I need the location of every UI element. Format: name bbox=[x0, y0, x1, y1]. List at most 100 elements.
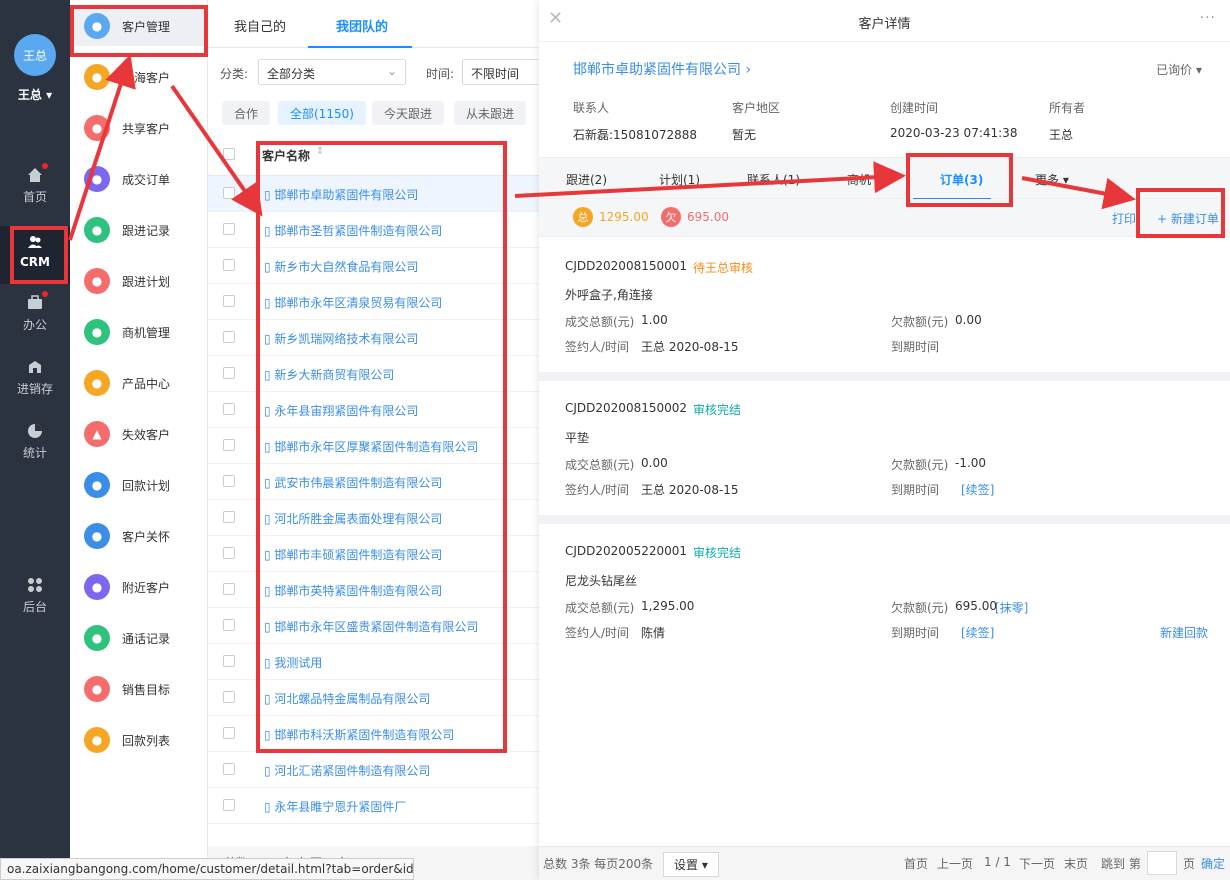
tab-mine[interactable]: 我自己的 bbox=[234, 16, 286, 35]
table-row[interactable]: ▯ 邯郸市丰硕紧固件制造有限公司 bbox=[208, 536, 540, 572]
row-checkbox[interactable] bbox=[223, 727, 235, 739]
category-select[interactable]: 全部分类 ⌄ bbox=[258, 59, 406, 85]
customer-name-link[interactable]: ▯ 邯郸市卓助紧固件有限公司 bbox=[264, 186, 418, 203]
customer-name-link[interactable]: ▯ 新乡市大自然食品有限公司 bbox=[264, 258, 418, 275]
row-checkbox[interactable] bbox=[223, 763, 235, 775]
table-row[interactable]: ▯ 永年县睢宁恩升紧固件厂 bbox=[208, 788, 540, 824]
customer-name-link[interactable]: ▯ 河北汇诺紧固件制造有限公司 bbox=[264, 762, 430, 779]
chip-cooperation[interactable]: 合作 bbox=[222, 101, 271, 125]
row-checkbox[interactable] bbox=[223, 403, 235, 415]
menu-item-followup-records[interactable]: ● 跟进记录 bbox=[70, 210, 208, 250]
next-page-button[interactable]: 下一页 bbox=[1019, 855, 1055, 872]
customer-name-link[interactable]: ▯ 河北所胜金属表面处理有限公司 bbox=[264, 510, 442, 527]
customer-name-link[interactable]: ▯ 邯郸市英特紧固件制造有限公司 bbox=[264, 582, 442, 599]
customer-name-link[interactable]: ▯ 邯郸市永年区清泉贸易有限公司 bbox=[264, 294, 442, 311]
row-checkbox[interactable] bbox=[223, 295, 235, 307]
menu-item-nearby-customers[interactable]: ● 附近客户 bbox=[70, 567, 208, 607]
customer-name-link[interactable]: ▯ 河北螺品特金属制品有限公司 bbox=[264, 690, 430, 707]
rail-item-stats[interactable]: 统计 bbox=[0, 422, 70, 461]
rail-item-inventory[interactable]: 进销存 bbox=[0, 358, 70, 397]
menu-item-products[interactable]: ● 产品中心 bbox=[70, 363, 208, 403]
writeoff-link[interactable]: [抹零] bbox=[995, 599, 1028, 616]
table-row[interactable]: ▯ 我测试用 bbox=[208, 644, 540, 680]
customer-name-link[interactable]: ▯ 新乡大新商贸有限公司 bbox=[264, 366, 394, 383]
first-page-button[interactable]: 首页 bbox=[904, 855, 928, 872]
renew-link[interactable]: [续签] bbox=[961, 624, 994, 641]
menu-item-public-customers[interactable]: ● 公海客户 bbox=[70, 57, 208, 97]
row-checkbox[interactable] bbox=[223, 475, 235, 487]
customer-name-link[interactable]: ▯ 新乡凯瑞网络技术有限公司 bbox=[264, 330, 418, 347]
company-name-link[interactable]: 邯郸市卓助紧固件有限公司 › bbox=[573, 59, 751, 79]
table-row[interactable]: ▯ 新乡市大自然食品有限公司 bbox=[208, 248, 540, 284]
menu-item-lost-customers[interactable]: ▲ 失效客户 bbox=[70, 414, 208, 454]
customer-name-link[interactable]: ▯ 邯郸市圣哲紧固件制造有限公司 bbox=[264, 222, 442, 239]
table-row[interactable]: ▯ 邯郸市科沃斯紧固件制造有限公司 bbox=[208, 716, 540, 752]
customer-name-link[interactable]: ▯ 永年县睢宁恩升紧固件厂 bbox=[264, 798, 406, 815]
table-row[interactable]: ▯ 河北螺品特金属制品有限公司 bbox=[208, 680, 540, 716]
table-row[interactable]: ▯ 邯郸市永年区清泉贸易有限公司 bbox=[208, 284, 540, 320]
table-row[interactable]: ▯ 河北所胜金属表面处理有限公司 bbox=[208, 500, 540, 536]
row-checkbox[interactable] bbox=[223, 331, 235, 343]
row-checkbox[interactable] bbox=[223, 799, 235, 811]
table-row[interactable]: ▯ 邯郸市永年区厚聚紧固件制造有限公司 bbox=[208, 428, 540, 464]
page-jump-input[interactable] bbox=[1147, 851, 1177, 875]
menu-item-shared-customers[interactable]: ● 共享客户 bbox=[70, 108, 208, 148]
menu-item-customer-care[interactable]: ● 客户关怀 bbox=[70, 516, 208, 556]
row-checkbox[interactable] bbox=[223, 583, 235, 595]
menu-item-payment-plans[interactable]: ● 回款计划 bbox=[70, 465, 208, 505]
chip-all[interactable]: 全部(1150) bbox=[278, 101, 366, 125]
prev-page-button[interactable]: 上一页 bbox=[937, 855, 973, 872]
row-checkbox[interactable] bbox=[223, 367, 235, 379]
tab-followup[interactable]: 跟进(2) bbox=[566, 171, 607, 188]
new-payment-button[interactable]: 新建回款 bbox=[1160, 624, 1208, 641]
menu-item-call-records[interactable]: ● 通话记录 bbox=[70, 618, 208, 658]
table-row[interactable]: ▯ 邯郸市圣哲紧固件制造有限公司 bbox=[208, 212, 540, 248]
rail-item-home[interactable]: 首页 bbox=[0, 163, 70, 205]
table-row[interactable]: ▯ 邯郸市卓助紧固件有限公司 bbox=[208, 176, 540, 212]
row-checkbox[interactable] bbox=[223, 655, 235, 667]
settings-dropdown[interactable]: 设置 ▾ bbox=[663, 852, 719, 877]
row-checkbox[interactable] bbox=[223, 223, 235, 235]
menu-item-opportunities[interactable]: ● 商机管理 bbox=[70, 312, 208, 352]
new-order-button[interactable]: + 新建订单 bbox=[1157, 210, 1219, 227]
customer-name-link[interactable]: ▯ 武安市伟晨紧固件制造有限公司 bbox=[264, 474, 442, 491]
confirm-jump-button[interactable]: 确定 bbox=[1201, 855, 1225, 872]
time-select[interactable]: 不限时间 bbox=[462, 59, 540, 85]
rail-item-crm[interactable]: CRM bbox=[0, 226, 70, 284]
menu-item-payment-list[interactable]: ● 回款列表 bbox=[70, 720, 208, 760]
tab-orders[interactable]: 订单(3) bbox=[940, 171, 983, 188]
more-icon[interactable]: ··· bbox=[1200, 10, 1216, 26]
customer-name-link[interactable]: ▯ 邯郸市丰硕紧固件制造有限公司 bbox=[264, 546, 442, 563]
order-card[interactable]: CJDD202005220001 审核完结 尼龙头钻尾丝 成交总额(元) 1,2… bbox=[539, 524, 1230, 658]
rail-item-admin[interactable]: 后台 bbox=[0, 576, 70, 615]
row-checkbox[interactable] bbox=[223, 547, 235, 559]
select-all-checkbox[interactable] bbox=[223, 148, 235, 160]
menu-item-customer-management[interactable]: ● 客户管理 bbox=[70, 6, 208, 46]
column-customer-name[interactable]: 客户名称 bbox=[262, 147, 310, 164]
customer-name-link[interactable]: ▯ 邯郸市科沃斯紧固件制造有限公司 bbox=[264, 726, 454, 743]
table-row[interactable]: ▯ 河北汇诺紧固件制造有限公司 bbox=[208, 752, 540, 788]
order-card[interactable]: CJDD202008150002 审核完结 平垫 成交总额(元) 0.00 欠款… bbox=[539, 381, 1230, 524]
table-row[interactable]: ▯ 永年县宙翔紧固件有限公司 bbox=[208, 392, 540, 428]
customer-name-link[interactable]: ▯ 邯郸市永年区厚聚紧固件制造有限公司 bbox=[264, 438, 478, 455]
table-row[interactable]: ▯ 新乡凯瑞网络技术有限公司 bbox=[208, 320, 540, 356]
user-avatar[interactable]: 王总 bbox=[14, 34, 56, 76]
chip-never-followup[interactable]: 从未跟进 bbox=[454, 101, 527, 125]
chip-today-followup[interactable]: 今天跟进 bbox=[372, 101, 445, 125]
print-button[interactable]: 打印 bbox=[1112, 210, 1136, 227]
customer-status-dropdown[interactable]: 已询价 ▾ bbox=[1156, 61, 1202, 78]
tab-opportunity[interactable]: 商机 bbox=[847, 171, 871, 188]
sort-icon[interactable]: ⇕ bbox=[316, 146, 324, 157]
row-checkbox[interactable] bbox=[223, 439, 235, 451]
tab-contacts[interactable]: 联系人(1) bbox=[747, 171, 800, 188]
tab-team[interactable]: 我团队的 bbox=[336, 16, 388, 35]
order-card[interactable]: CJDD202008150001 待王总审核 外呼盒子,角连接 成交总额(元) … bbox=[539, 237, 1230, 381]
row-checkbox[interactable] bbox=[223, 259, 235, 271]
table-row[interactable]: ▯ 邯郸市英特紧固件制造有限公司 bbox=[208, 572, 540, 608]
rail-item-office[interactable]: 办公 bbox=[0, 291, 70, 333]
customer-name-link[interactable]: ▯ 我测试用 bbox=[264, 654, 322, 671]
menu-item-sales-targets[interactable]: ● 销售目标 bbox=[70, 669, 208, 709]
menu-item-deal-orders[interactable]: ● 成交订单 bbox=[70, 159, 208, 199]
table-row[interactable]: ▯ 邯郸市永年区盛贵紧固件制造有限公司 bbox=[208, 608, 540, 644]
row-checkbox[interactable] bbox=[223, 511, 235, 523]
